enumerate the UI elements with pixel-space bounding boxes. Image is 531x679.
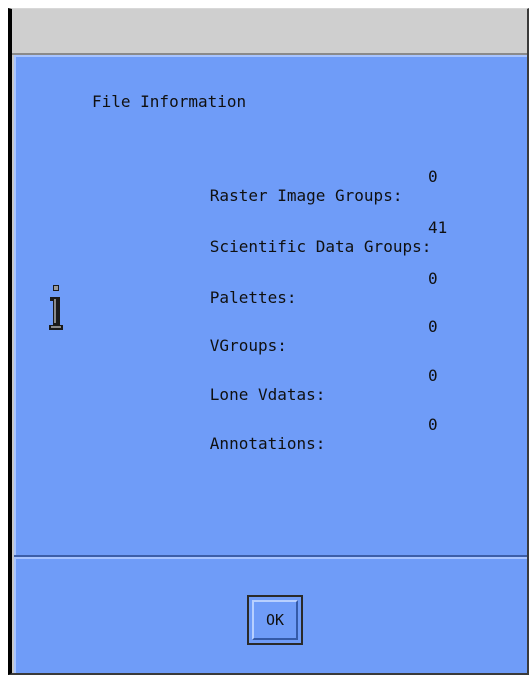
stat-row-annotations: Annotations: 0 [152,415,438,491]
stat-label: Scientific Data Groups: [209,237,432,256]
stat-value: 0 [428,366,438,385]
stat-value: 0 [428,167,438,186]
dialog-content: File Information Raster Image Groups: 0 … [14,55,527,555]
stat-label: Raster Image Groups: [209,186,403,205]
stat-label: Palettes: [209,288,297,307]
file-information-dialog: File Information Raster Image Groups: 0 … [8,8,529,675]
stat-value: 41 [428,218,448,237]
stat-value: 0 [428,269,438,288]
stat-label: Lone Vdatas: [209,385,326,404]
stat-label: Annotations: [209,434,326,453]
info-icon [49,285,63,330]
dialog-button-area: OK [14,559,527,673]
ok-button[interactable]: OK [247,595,303,645]
stat-label: VGroups: [209,336,287,355]
ok-button-label: OK [252,600,298,640]
stat-value: 0 [428,415,438,434]
title-bar[interactable] [12,9,527,55]
stat-value: 0 [428,317,438,336]
dialog-heading: File Information [92,92,247,111]
